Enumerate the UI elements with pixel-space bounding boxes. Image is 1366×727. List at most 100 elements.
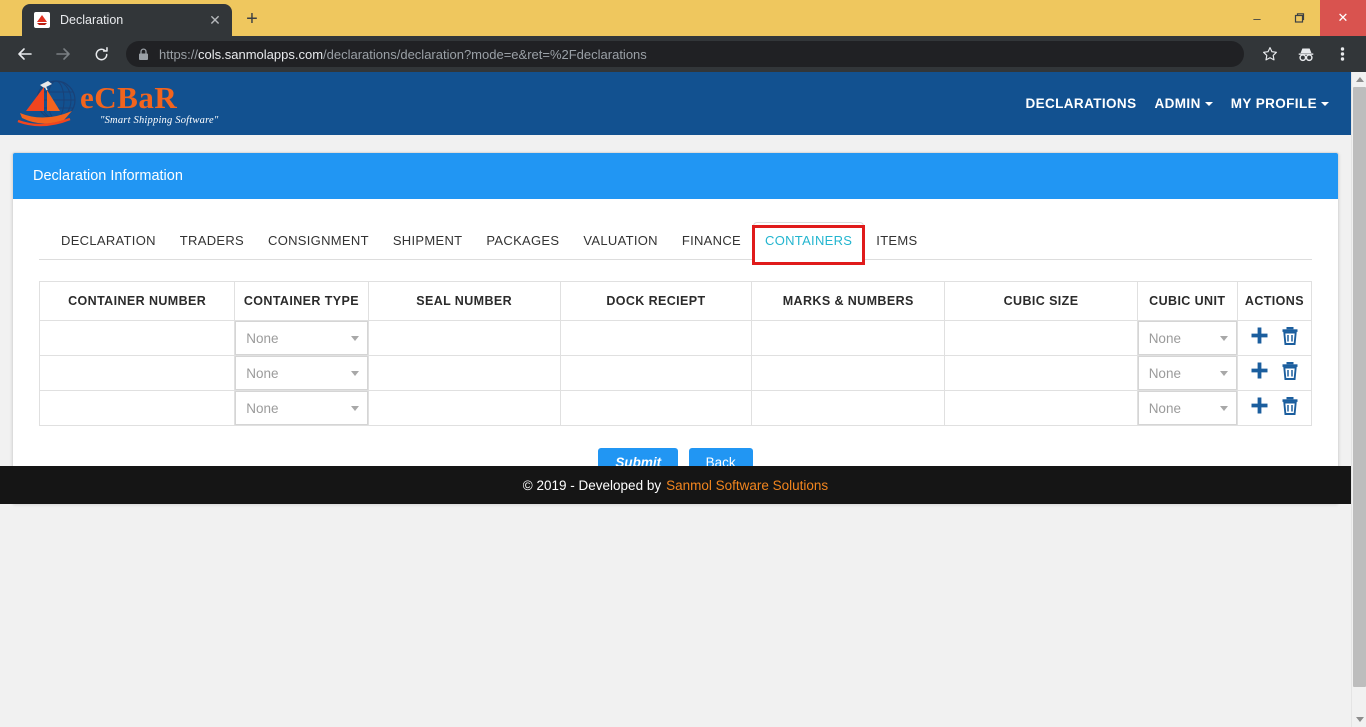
cell-cubic-unit[interactable]: None bbox=[1136, 320, 1238, 356]
cell-container-type[interactable]: None bbox=[234, 355, 369, 391]
dock-reciept-input[interactable] bbox=[560, 321, 752, 355]
declaration-panel: Declaration Information DECLARATION TRAD… bbox=[12, 152, 1339, 504]
cell-dock-reciept[interactable] bbox=[559, 320, 753, 356]
tab-declaration[interactable]: DECLARATION bbox=[49, 222, 168, 260]
container-number-input[interactable] bbox=[40, 356, 235, 390]
scrollbar-thumb[interactable] bbox=[1353, 87, 1366, 687]
cell-container-type[interactable]: None bbox=[234, 320, 369, 356]
tab-containers[interactable]: CONTAINERS bbox=[753, 222, 865, 260]
panel-wrapper: Declaration Information DECLARATION TRAD… bbox=[0, 135, 1351, 504]
tab-items[interactable]: ITEMS bbox=[864, 222, 929, 260]
url-host: cols.sanmolapps.com bbox=[198, 46, 324, 62]
plus-icon[interactable] bbox=[1250, 396, 1269, 420]
cell-container-number[interactable] bbox=[38, 355, 236, 391]
nav-item-admin[interactable]: ADMIN bbox=[1154, 96, 1213, 111]
tab-traders[interactable]: TRADERS bbox=[168, 222, 256, 260]
cell-seal-number[interactable] bbox=[367, 320, 561, 356]
chevron-down-icon bbox=[350, 405, 359, 411]
cell-container-number[interactable] bbox=[38, 390, 236, 426]
tab-finance[interactable]: FINANCE bbox=[670, 222, 753, 260]
container-type-value: None bbox=[246, 400, 279, 416]
container-number-input[interactable] bbox=[40, 391, 235, 425]
cell-marks-numbers[interactable] bbox=[751, 355, 946, 391]
cell-seal-number[interactable] bbox=[367, 355, 561, 391]
three-dot-menu-icon[interactable] bbox=[1327, 39, 1357, 69]
browser-tab[interactable]: Declaration ✕ bbox=[22, 4, 232, 36]
cubic-unit-select[interactable]: None bbox=[1137, 321, 1237, 355]
container-type-select[interactable]: None bbox=[235, 321, 368, 355]
cell-dock-reciept[interactable] bbox=[559, 355, 753, 391]
chevron-down-icon bbox=[1219, 405, 1228, 411]
plus-icon[interactable] bbox=[1250, 326, 1269, 350]
container-type-select[interactable]: None bbox=[235, 391, 368, 425]
address-bar[interactable]: https://cols.sanmolapps.com/declarations… bbox=[126, 41, 1244, 67]
containers-table: CONTAINER NUMBER CONTAINER TYPE SEAL NUM… bbox=[38, 281, 1313, 426]
cubic-size-input[interactable] bbox=[945, 356, 1137, 390]
cell-cubic-size[interactable] bbox=[944, 320, 1138, 356]
cubic-unit-select[interactable]: None bbox=[1137, 391, 1237, 425]
nav-item-declarations[interactable]: DECLARATIONS bbox=[1025, 96, 1136, 111]
cell-cubic-unit[interactable]: None bbox=[1136, 390, 1238, 426]
trash-icon[interactable] bbox=[1281, 361, 1299, 385]
star-icon[interactable] bbox=[1255, 39, 1285, 69]
seal-number-input[interactable] bbox=[368, 356, 560, 390]
scroll-up-icon[interactable] bbox=[1352, 72, 1366, 87]
cell-actions bbox=[1236, 355, 1313, 391]
tab-bar: DECLARATION TRADERS CONSIGNMENT SHIPMENT… bbox=[39, 221, 1312, 265]
cell-cubic-unit[interactable]: None bbox=[1136, 355, 1238, 391]
container-number-input[interactable] bbox=[40, 321, 235, 355]
cubic-unit-select[interactable]: None bbox=[1137, 356, 1237, 390]
minimize-button[interactable]: – bbox=[1236, 0, 1278, 36]
tab-close-icon[interactable]: ✕ bbox=[206, 11, 224, 29]
scroll-down-icon[interactable] bbox=[1352, 712, 1366, 727]
nav-item-admin-label: ADMIN bbox=[1154, 96, 1201, 111]
cell-container-type[interactable]: None bbox=[234, 390, 369, 426]
column-cubic-unit: CUBIC UNIT bbox=[1136, 281, 1238, 321]
cell-cubic-size[interactable] bbox=[944, 355, 1138, 391]
chevron-down-icon bbox=[1204, 101, 1213, 106]
cell-seal-number[interactable] bbox=[367, 390, 561, 426]
tab-packages[interactable]: PACKAGES bbox=[474, 222, 571, 260]
marks-numbers-input[interactable] bbox=[752, 356, 945, 390]
nav-item-my-profile[interactable]: MY PROFILE bbox=[1231, 96, 1329, 111]
tab-title: Declaration bbox=[60, 13, 124, 27]
trash-icon[interactable] bbox=[1281, 326, 1299, 350]
close-window-button[interactable]: ✕ bbox=[1320, 0, 1366, 36]
reload-icon[interactable] bbox=[86, 39, 116, 69]
browser-toolbar: https://cols.sanmolapps.com/declarations… bbox=[0, 36, 1366, 72]
cell-marks-numbers[interactable] bbox=[751, 320, 946, 356]
cubic-size-input[interactable] bbox=[945, 321, 1137, 355]
dock-reciept-input[interactable] bbox=[560, 356, 752, 390]
plus-icon[interactable] bbox=[1250, 361, 1269, 385]
cell-cubic-size[interactable] bbox=[944, 390, 1138, 426]
tab-consignment[interactable]: CONSIGNMENT bbox=[256, 222, 381, 260]
new-tab-button[interactable]: + bbox=[238, 5, 266, 33]
cubic-unit-value: None bbox=[1148, 400, 1181, 416]
cubic-size-input[interactable] bbox=[945, 391, 1137, 425]
chevron-down-icon bbox=[350, 370, 359, 376]
logo-text: eCBaR "Smart Shipping Software" bbox=[80, 82, 218, 126]
container-type-select[interactable]: None bbox=[235, 356, 368, 390]
seal-number-input[interactable] bbox=[368, 321, 560, 355]
browser-titlebar: Declaration ✕ + – ✕ bbox=[0, 0, 1366, 36]
maximize-button[interactable] bbox=[1278, 0, 1320, 36]
page-scrollbar[interactable] bbox=[1351, 72, 1366, 727]
nav-item-declarations-label: DECLARATIONS bbox=[1025, 96, 1137, 111]
dock-reciept-input[interactable] bbox=[560, 391, 752, 425]
footer-company-link[interactable]: Sanmol Software Solutions bbox=[666, 478, 828, 493]
trash-icon[interactable] bbox=[1281, 396, 1299, 420]
incognito-icon[interactable] bbox=[1291, 39, 1321, 69]
seal-number-input[interactable] bbox=[368, 391, 560, 425]
forward-arrow-icon[interactable] bbox=[48, 39, 78, 69]
cell-dock-reciept[interactable] bbox=[559, 390, 753, 426]
marks-numbers-input[interactable] bbox=[752, 391, 945, 425]
tab-shipment[interactable]: SHIPMENT bbox=[381, 222, 475, 260]
site-logo[interactable]: eCBaR "Smart Shipping Software" bbox=[14, 78, 218, 130]
cell-marks-numbers[interactable] bbox=[751, 390, 946, 426]
column-marks-numbers: MARKS & NUMBERS bbox=[751, 281, 946, 321]
tab-valuation[interactable]: VALUATION bbox=[571, 222, 669, 260]
back-arrow-icon[interactable] bbox=[10, 39, 40, 69]
logo-wordmark: eCBaR bbox=[80, 79, 178, 115]
marks-numbers-input[interactable] bbox=[752, 321, 945, 355]
cell-container-number[interactable] bbox=[38, 320, 236, 356]
